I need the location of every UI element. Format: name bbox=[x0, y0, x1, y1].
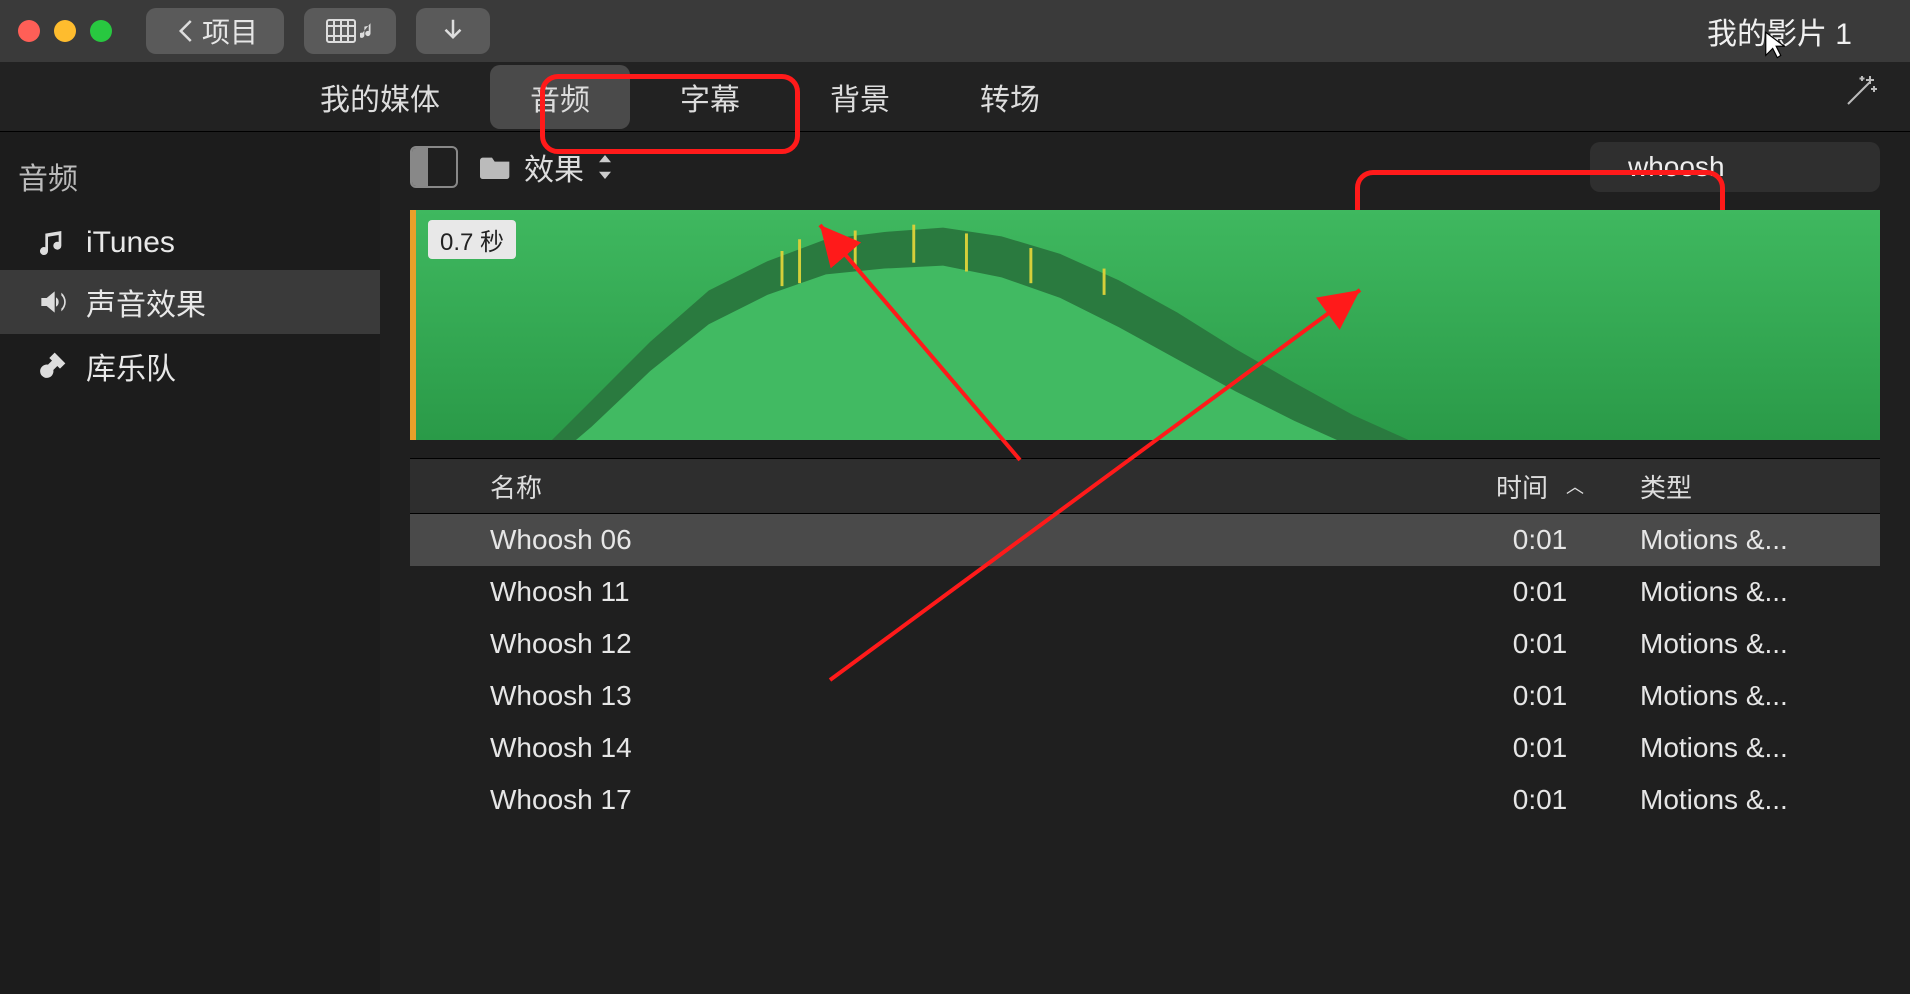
cell-type: Motions &... bbox=[1620, 628, 1880, 660]
import-button[interactable] bbox=[416, 8, 490, 54]
window-traffic-lights bbox=[18, 20, 112, 42]
folder-icon bbox=[480, 153, 512, 181]
browser-toolbar: 效果 ✕ bbox=[380, 132, 1910, 202]
results-table-body: Whoosh 060:01Motions &...Whoosh 110:01Mo… bbox=[410, 514, 1880, 826]
cell-time: 0:01 bbox=[1460, 784, 1620, 816]
search-field[interactable]: ✕ bbox=[1590, 142, 1880, 192]
media-tabs: 我的媒体 音频 字幕 背景 转场 bbox=[0, 62, 1910, 132]
table-row[interactable]: Whoosh 130:01Motions &... bbox=[410, 670, 1880, 722]
folder-label: 效果 bbox=[524, 145, 584, 189]
speaker-icon bbox=[36, 286, 68, 318]
table-row[interactable]: Whoosh 110:01Motions &... bbox=[410, 566, 1880, 618]
titlebar: 项目 我的影片 1 bbox=[0, 0, 1910, 62]
window-zoom-button[interactable] bbox=[90, 20, 112, 42]
cell-name: Whoosh 13 bbox=[480, 680, 1460, 712]
window-minimize-button[interactable] bbox=[54, 20, 76, 42]
sidebar-item-label: iTunes bbox=[86, 226, 175, 260]
results-table-header: 名称 时间 ︿ 类型 bbox=[410, 458, 1880, 514]
search-input[interactable] bbox=[1628, 151, 1910, 183]
cell-name: Whoosh 11 bbox=[480, 576, 1460, 608]
table-row[interactable]: Whoosh 170:01Motions &... bbox=[410, 774, 1880, 826]
cell-type: Motions &... bbox=[1620, 680, 1880, 712]
sidebar-item-label: 声音效果 bbox=[86, 280, 206, 324]
window-close-button[interactable] bbox=[18, 20, 40, 42]
column-header-name[interactable]: 名称 bbox=[480, 468, 1460, 505]
cell-type: Motions &... bbox=[1620, 524, 1880, 556]
tab-transitions[interactable]: 转场 bbox=[940, 65, 1080, 129]
cell-name: Whoosh 17 bbox=[480, 784, 1460, 816]
waveform-graphic bbox=[416, 210, 1880, 440]
sort-ascending-icon: ︿ bbox=[1566, 473, 1584, 499]
mouse-cursor-icon bbox=[1762, 30, 1788, 67]
updown-chevron-icon bbox=[596, 155, 614, 179]
table-row[interactable]: Whoosh 140:01Motions &... bbox=[410, 722, 1880, 774]
tab-my-media[interactable]: 我的媒体 bbox=[280, 65, 480, 129]
cell-time: 0:01 bbox=[1460, 732, 1620, 764]
sidebar-item-itunes[interactable]: iTunes bbox=[0, 216, 380, 270]
column-header-type[interactable]: 类型 bbox=[1620, 468, 1880, 505]
table-row[interactable]: Whoosh 060:01Motions &... bbox=[410, 514, 1880, 566]
back-projects-label: 项目 bbox=[202, 11, 258, 51]
chevron-left-icon bbox=[172, 16, 202, 46]
magic-wand-icon[interactable] bbox=[1840, 72, 1880, 121]
cell-time: 0:01 bbox=[1460, 628, 1620, 660]
filmstrip-music-icon bbox=[326, 16, 374, 46]
guitar-icon bbox=[36, 350, 68, 382]
back-projects-button[interactable]: 项目 bbox=[146, 8, 284, 54]
table-row[interactable]: Whoosh 120:01Motions &... bbox=[410, 618, 1880, 670]
cell-time: 0:01 bbox=[1460, 524, 1620, 556]
media-library-button[interactable] bbox=[304, 8, 396, 54]
tab-backgrounds[interactable]: 背景 bbox=[790, 65, 930, 129]
waveform-preview[interactable]: 0.7 秒 bbox=[410, 210, 1880, 440]
cell-name: Whoosh 12 bbox=[480, 628, 1460, 660]
cell-time: 0:01 bbox=[1460, 576, 1620, 608]
column-header-time[interactable]: 时间 ︿ bbox=[1460, 468, 1620, 505]
sidebar-toggle-button[interactable] bbox=[410, 146, 458, 188]
music-note-icon bbox=[36, 227, 68, 259]
cell-name: Whoosh 06 bbox=[480, 524, 1460, 556]
cell-time: 0:01 bbox=[1460, 680, 1620, 712]
audio-source-sidebar: 音频 iTunes 声音效果 库乐队 bbox=[0, 132, 380, 994]
sidebar-header: 音频 bbox=[0, 154, 380, 216]
audio-browser: 效果 ✕ 0.7 秒 bbox=[380, 132, 1910, 994]
sidebar-item-sound-effects[interactable]: 声音效果 bbox=[0, 270, 380, 334]
cell-name: Whoosh 14 bbox=[480, 732, 1460, 764]
project-title: 我的影片 1 bbox=[1707, 9, 1892, 53]
cell-type: Motions &... bbox=[1620, 732, 1880, 764]
download-arrow-icon bbox=[438, 16, 468, 46]
tab-audio[interactable]: 音频 bbox=[490, 65, 630, 129]
sidebar-item-garageband[interactable]: 库乐队 bbox=[0, 334, 380, 398]
cell-type: Motions &... bbox=[1620, 784, 1880, 816]
waveform-duration-badge: 0.7 秒 bbox=[428, 220, 516, 259]
folder-dropdown[interactable]: 效果 bbox=[480, 145, 614, 189]
cell-type: Motions &... bbox=[1620, 576, 1880, 608]
sidebar-item-label: 库乐队 bbox=[86, 344, 176, 388]
tab-titles[interactable]: 字幕 bbox=[640, 65, 780, 129]
